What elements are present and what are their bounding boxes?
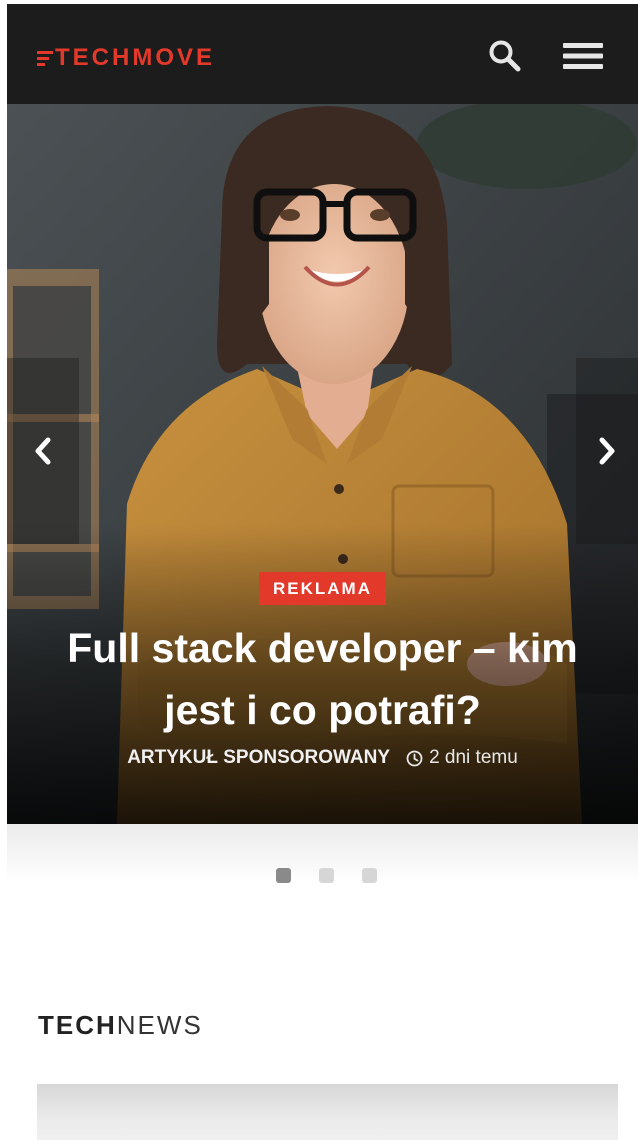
logo-mark — [37, 50, 53, 66]
logo-text: TECHMOVE — [55, 44, 216, 71]
chevron-right-icon — [599, 437, 615, 465]
site-logo[interactable]: TECHMOVE — [37, 40, 215, 76]
article-author[interactable]: ARTYKUŁ SPONSOROWANY — [127, 747, 390, 769]
section-title: TECHNEWS — [38, 1010, 203, 1041]
hero-slider[interactable]: REKLAMA Full stack developer – kim jest … — [7, 104, 638, 824]
chevron-left-icon — [35, 437, 51, 465]
search-button[interactable] — [483, 34, 527, 78]
section-title-light: NEWS — [116, 1010, 203, 1040]
menu-button[interactable] — [561, 34, 605, 78]
page: TECHMOVE REKLAMA Full stack developer – … — [0, 0, 638, 1140]
site-header: TECHMOVE — [7, 4, 638, 104]
section-title-bold: TECH — [38, 1010, 117, 1040]
slider-dot-3[interactable] — [362, 868, 377, 883]
slider-next-button[interactable] — [576, 358, 638, 544]
article-date-text: 2 dni temu — [429, 747, 518, 768]
search-icon — [489, 40, 521, 72]
clock-icon — [406, 750, 423, 766]
slider-prev-button[interactable] — [7, 358, 79, 544]
news-article-thumbnail[interactable] — [37, 1084, 618, 1140]
hamburger-menu-icon — [563, 43, 603, 69]
hero-caption: REKLAMA Full stack developer – kim jest … — [7, 572, 638, 769]
category-badge[interactable]: REKLAMA — [259, 572, 386, 605]
slider-dot-1[interactable] — [276, 868, 291, 883]
article-date: 2 dni temu — [406, 747, 518, 769]
slider-dot-2[interactable] — [319, 868, 334, 883]
slider-pagination — [276, 868, 377, 883]
hero-article-meta: ARTYKUŁ SPONSOROWANY 2 dni temu — [127, 747, 518, 769]
hero-article-title[interactable]: Full stack developer – kim jest i co pot… — [43, 617, 603, 741]
